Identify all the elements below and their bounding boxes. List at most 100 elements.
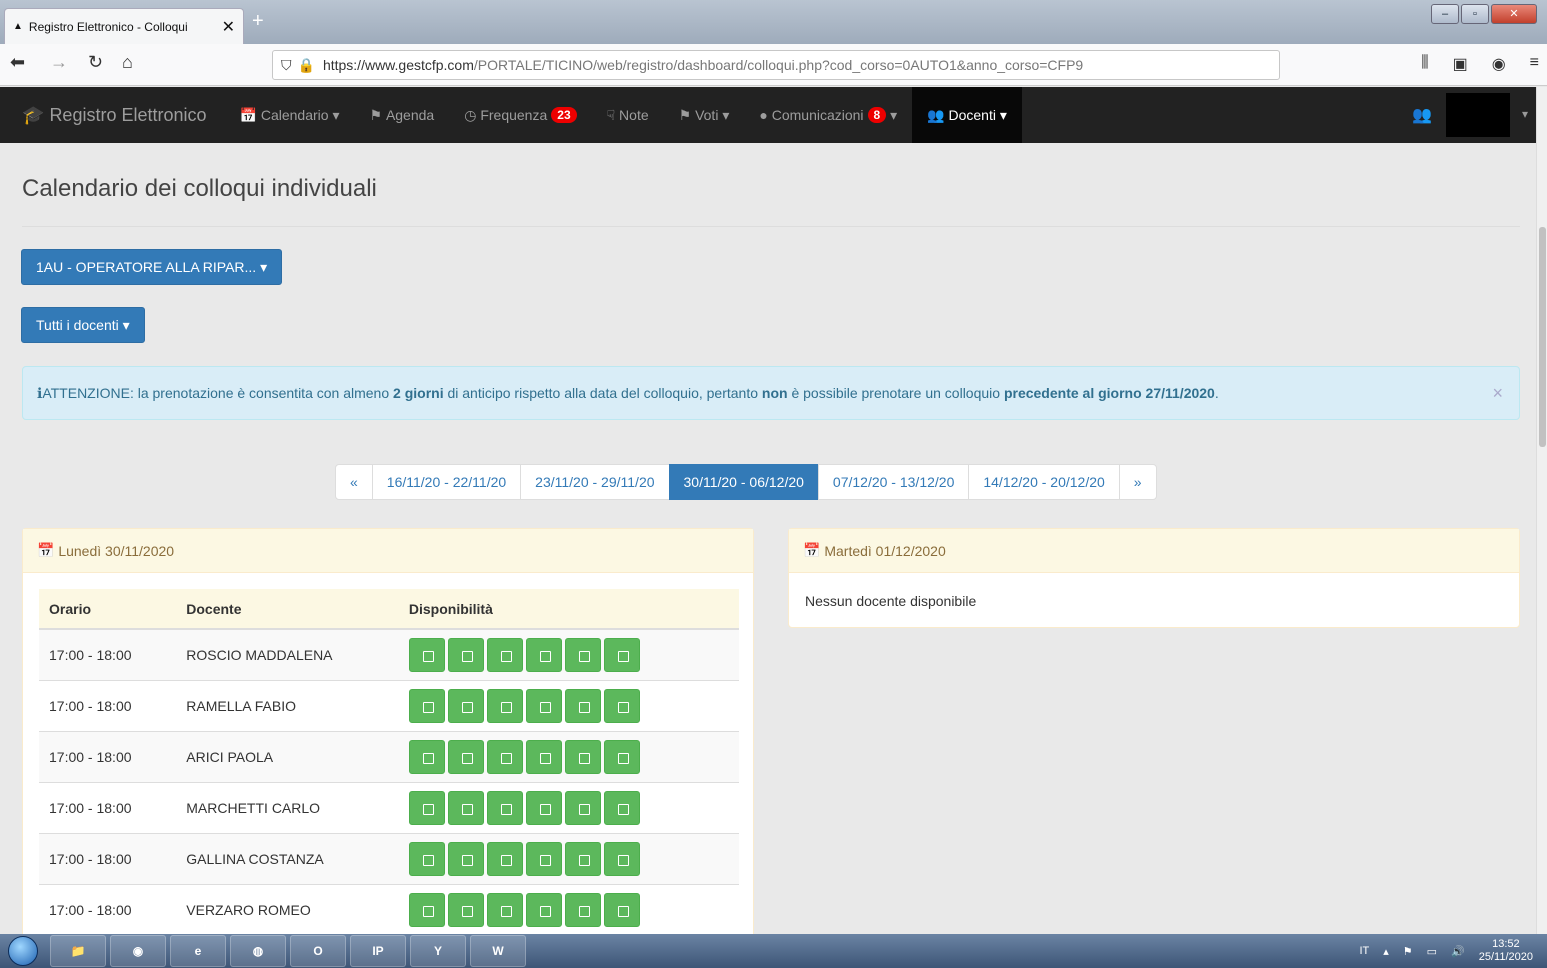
- home-icon[interactable]: ⌂: [122, 52, 133, 73]
- user-caret-icon[interactable]: ▾: [1522, 107, 1528, 121]
- close-window-icon[interactable]: ✕: [1491, 4, 1537, 24]
- network-icon[interactable]: ▭: [1427, 945, 1437, 958]
- sidebar-icon[interactable]: ▣: [1453, 54, 1468, 74]
- book-slot-button[interactable]: [486, 790, 523, 825]
- pager-week-active[interactable]: 30/11/20 - 06/12/20: [668, 464, 819, 500]
- book-slot-button[interactable]: [408, 688, 445, 723]
- book-slot-button[interactable]: [603, 637, 640, 672]
- minimize-icon[interactable]: –: [1431, 4, 1459, 24]
- back-icon[interactable]: ⬅: [10, 52, 25, 73]
- word-icon[interactable]: W: [470, 935, 526, 967]
- pager-prev[interactable]: «: [335, 464, 373, 500]
- book-slot-button[interactable]: [486, 841, 523, 876]
- nav-calendario[interactable]: 📅 Calendario ▾: [225, 87, 355, 143]
- ip-app-icon[interactable]: IP: [350, 935, 406, 967]
- calendar-icon: 📅: [37, 542, 55, 558]
- book-slot-button[interactable]: [525, 739, 562, 774]
- panel-heading: 📅 Martedì 01/12/2020: [789, 529, 1519, 573]
- book-slot-button[interactable]: [603, 790, 640, 825]
- book-slot-button[interactable]: [564, 688, 601, 723]
- book-slot-button[interactable]: [408, 637, 445, 672]
- browser-tab[interactable]: ▲ Registro Elettronico - Colloqui ✕: [4, 8, 244, 44]
- language-indicator[interactable]: IT: [1359, 945, 1369, 957]
- book-slot-button[interactable]: [447, 841, 484, 876]
- nav-agenda[interactable]: ⚑ Agenda: [354, 87, 449, 143]
- book-slot-button[interactable]: [564, 892, 601, 927]
- book-slot-button[interactable]: [525, 637, 562, 672]
- flag-icon[interactable]: ⚑: [1403, 945, 1413, 958]
- tray-expand-icon[interactable]: ▴: [1383, 945, 1389, 958]
- book-slot-button[interactable]: [564, 739, 601, 774]
- brand[interactable]: 🎓 Registro Elettronico: [22, 105, 207, 126]
- pager-week[interactable]: 16/11/20 - 22/11/20: [371, 464, 522, 500]
- scroll-thumb[interactable]: [1539, 227, 1546, 447]
- outlook-icon[interactable]: O: [290, 935, 346, 967]
- book-slot-button[interactable]: [564, 841, 601, 876]
- nav-frequenza[interactable]: ◷ Frequenza 23: [449, 87, 591, 143]
- book-slot-button[interactable]: [525, 841, 562, 876]
- page-scrollbar[interactable]: [1536, 87, 1547, 934]
- book-slot-button[interactable]: [447, 688, 484, 723]
- menu-icon[interactable]: ≡: [1530, 54, 1539, 74]
- address-bar[interactable]: ⛉ 🔒 https://www.gestcfp.com/PORTALE/TICI…: [272, 50, 1280, 80]
- volume-icon[interactable]: 🔊: [1451, 945, 1465, 958]
- book-slot-button[interactable]: [486, 688, 523, 723]
- book-slot-button[interactable]: [408, 739, 445, 774]
- frequenza-badge: 23: [551, 107, 577, 123]
- teachers-dropdown[interactable]: Tutti i docenti ▾: [21, 307, 145, 343]
- book-slot-button[interactable]: [525, 688, 562, 723]
- slots-table: Orario Docente Disponibilità 17:00 - 18:…: [39, 589, 739, 934]
- book-slot-button[interactable]: [486, 739, 523, 774]
- book-slot-button[interactable]: [408, 892, 445, 927]
- internet-explorer-icon[interactable]: e: [170, 935, 226, 967]
- close-tab-icon[interactable]: ✕: [222, 17, 235, 37]
- file-explorer-icon[interactable]: 📁: [50, 935, 106, 967]
- table-row: 17:00 - 18:00 GALLINA COSTANZA: [39, 832, 739, 884]
- pager-next[interactable]: »: [1118, 464, 1157, 500]
- book-slot-button[interactable]: [408, 790, 445, 825]
- book-slot-button[interactable]: [603, 739, 640, 774]
- book-slot-button[interactable]: [525, 892, 562, 927]
- book-slot-button[interactable]: [603, 892, 640, 927]
- day-title: Lunedì 30/11/2020: [58, 542, 175, 559]
- nav-note[interactable]: ☟ Note: [592, 87, 664, 143]
- start-button[interactable]: [0, 934, 46, 968]
- tree-app-icon[interactable]: Y: [410, 935, 466, 967]
- close-alert-icon[interactable]: ×: [1492, 383, 1503, 404]
- course-dropdown[interactable]: 1AU - OPERATORE ALLA RIPAR... ▾: [21, 249, 283, 285]
- maximize-icon[interactable]: ▫: [1461, 4, 1489, 24]
- book-slot-button[interactable]: [447, 637, 484, 672]
- pager-week[interactable]: 23/11/20 - 29/11/20: [520, 464, 670, 500]
- firefox-icon[interactable]: ◍: [230, 935, 286, 967]
- clock[interactable]: 13:52 25/11/2020: [1479, 938, 1533, 964]
- book-slot-button[interactable]: [564, 790, 601, 825]
- pager-week[interactable]: 07/12/20 - 13/12/20: [817, 464, 970, 500]
- book-slot-button[interactable]: [486, 892, 523, 927]
- nav-label: Docenti: [948, 107, 996, 123]
- book-slot-button[interactable]: [564, 637, 601, 672]
- library-icon[interactable]: ⫼: [1421, 54, 1428, 74]
- tab-title: Registro Elettronico - Colloqui: [28, 19, 188, 34]
- nav-docenti[interactable]: 👥 Docenti ▾: [912, 87, 1022, 143]
- book-slot-button[interactable]: [525, 790, 562, 825]
- new-tab-icon[interactable]: +: [252, 10, 264, 33]
- comunicazioni-badge: 8: [867, 107, 887, 123]
- book-slot-button[interactable]: [447, 892, 484, 927]
- user-menu[interactable]: [1446, 93, 1510, 137]
- nav-label: Note: [619, 107, 649, 123]
- book-slot-button[interactable]: [486, 637, 523, 672]
- book-slot-button[interactable]: [447, 739, 484, 774]
- nav-voti[interactable]: ⚑ Voti ▾: [664, 87, 745, 143]
- pager-week[interactable]: 14/12/20 - 20/12/20: [968, 464, 1120, 500]
- account-icon[interactable]: ◉: [1492, 54, 1506, 74]
- forward-icon[interactable]: →: [50, 52, 68, 73]
- alert-text: ATTENZIONE: la prenotazione è consentita…: [42, 385, 1219, 401]
- book-slot-button[interactable]: [603, 841, 640, 876]
- book-slot-button[interactable]: [408, 841, 445, 876]
- book-slot-button[interactable]: [603, 688, 640, 723]
- book-slot-button[interactable]: [447, 790, 484, 825]
- reload-icon[interactable]: ↻: [88, 52, 103, 73]
- chrome-icon[interactable]: ◉: [110, 935, 166, 967]
- nav-comunicazioni[interactable]: ● Comunicazioni 8 ▾: [744, 87, 912, 143]
- table-row: 17:00 - 18:00 ROSCIO MADDALENA: [39, 628, 739, 680]
